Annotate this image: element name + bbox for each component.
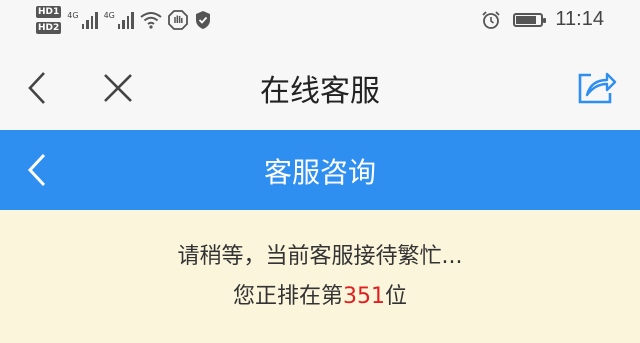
wifi-icon [140, 12, 162, 29]
sub-header-bar: 客服咨询 [0, 130, 640, 210]
alarm-icon [482, 10, 501, 29]
battery-icon [513, 12, 547, 27]
status-bar: HD1 HD2 4G 4G 11:14 [0, 0, 640, 44]
page-title: 在线客服 [260, 74, 380, 109]
share-button[interactable] [574, 64, 620, 110]
shield-icon [195, 11, 210, 29]
signal-strength-1-icon: 4G [67, 11, 98, 29]
queue-busy-message: 请稍等，当前客服接待繁忙... [177, 244, 463, 269]
signal-strength-2-icon: 4G [104, 11, 134, 29]
share-icon [578, 72, 617, 104]
queue-position-line: 您正排在第351位 [0, 282, 640, 312]
status-time: 11:14 [555, 8, 604, 30]
hand-icon [167, 10, 188, 30]
queue-notice: 请稍等，当前客服接待繁忙... 您正排在第351位 [0, 210, 640, 343]
queue-position-suffix: 位 [385, 284, 408, 309]
queue-position-number: 351 [343, 284, 385, 309]
sub-header-title: 客服咨询 [263, 156, 376, 189]
top-nav-bar: 在线客服 [0, 44, 640, 130]
queue-position-prefix: 您正排在第 [232, 284, 343, 309]
sim2-hd-badge: HD2 [36, 22, 62, 34]
status-left-group: HD1 HD2 4G 4G [36, 6, 212, 34]
battery-level [516, 15, 537, 24]
status-right-group: 11:14 [481, 8, 604, 31]
sim-indicators: HD1 HD2 [36, 6, 62, 34]
sim1-hd-badge: HD1 [36, 6, 62, 18]
